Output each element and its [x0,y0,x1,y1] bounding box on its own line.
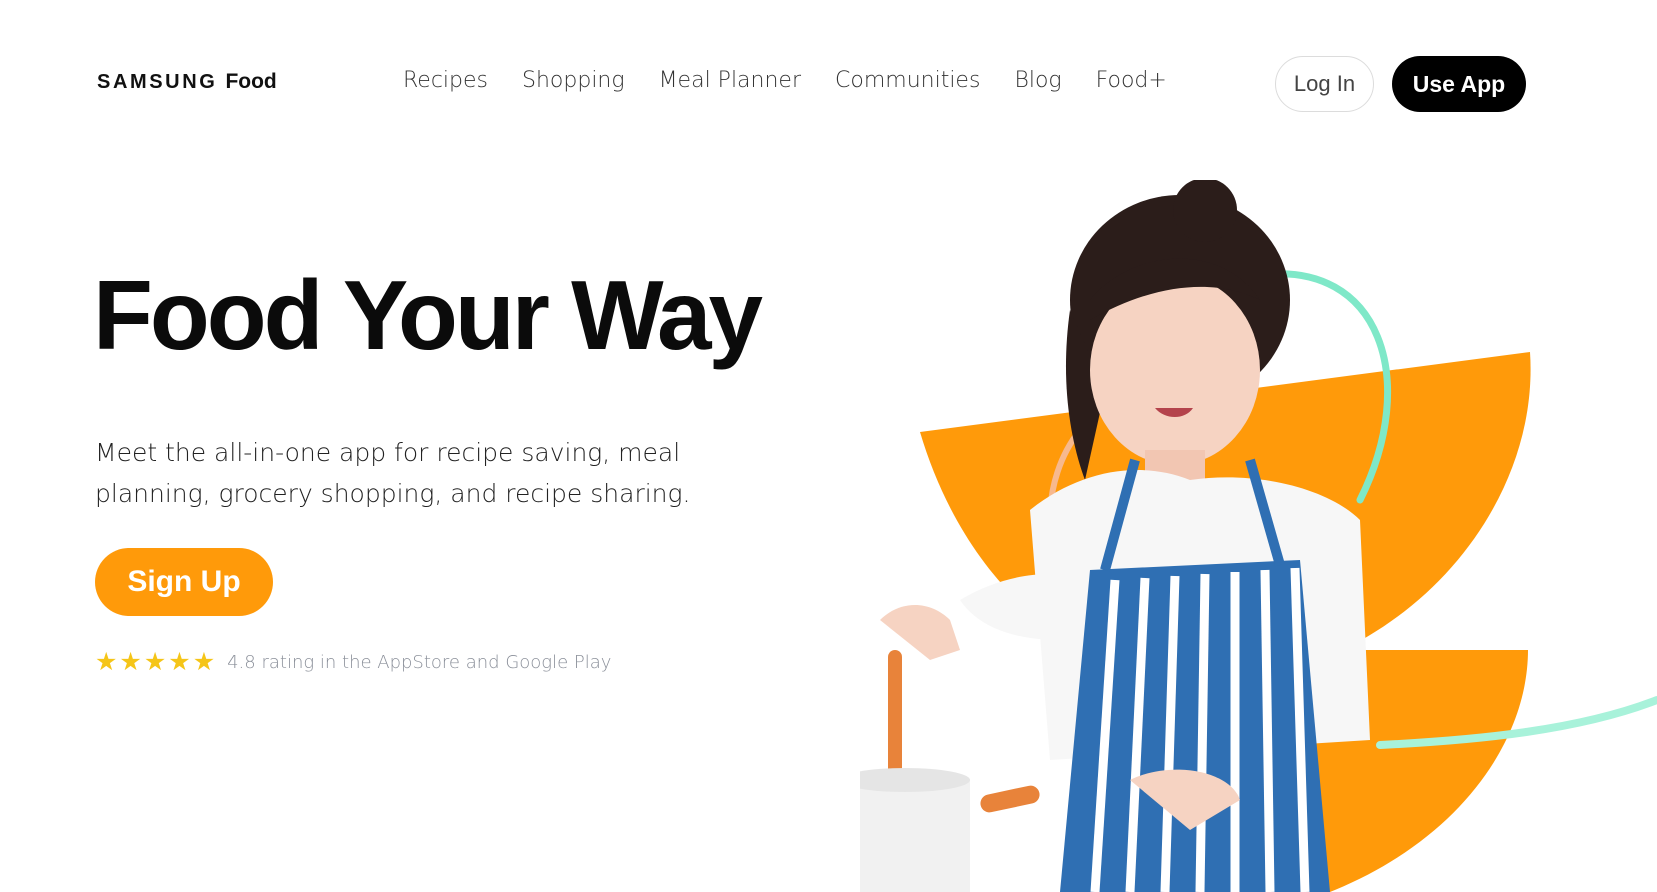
main-nav: Recipes Shopping Meal Planner Communitie… [403,68,1167,93]
star-icon: ★ [192,648,216,676]
app-rating: ★ ★ ★ ★ ★ 4.8 rating in the AppStore and… [95,650,611,675]
hero-subtitle: Meet the all-in-one app for recipe savin… [95,438,691,508]
nav-blog[interactable]: Blog [1014,68,1061,93]
star-icon: ★ [168,648,191,676]
logo-product: Food [225,70,277,93]
rating-stars: ★ ★ ★ ★ ★ [95,650,215,675]
use-app-button[interactable]: Use App [1392,56,1526,112]
nav-communities[interactable]: Communities [835,68,980,93]
samsung-food-logo[interactable]: SAMSUNG Food [97,70,277,94]
nav-shopping[interactable]: Shopping [522,68,625,93]
nav-recipes[interactable]: Recipes [403,68,488,93]
nav-meal-planner[interactable]: Meal Planner [659,68,801,93]
signup-button[interactable]: Sign Up [95,548,273,616]
site-header: SAMSUNG Food Recipes Shopping Meal Plann… [0,0,1657,160]
rating-text: 4.8 rating in the AppStore and Google Pl… [227,652,612,673]
logo-brand: SAMSUNG [97,71,218,93]
login-button[interactable]: Log In [1275,56,1374,112]
star-icon: ★ [143,648,167,676]
nav-food-plus[interactable]: Food+ [1096,68,1167,93]
star-icon: ★ [119,648,142,676]
hero-illustration [840,178,1657,892]
cooking-woman-image [840,178,1657,892]
hero-title: Food Your Way [93,260,763,370]
star-icon: ★ [95,648,118,676]
